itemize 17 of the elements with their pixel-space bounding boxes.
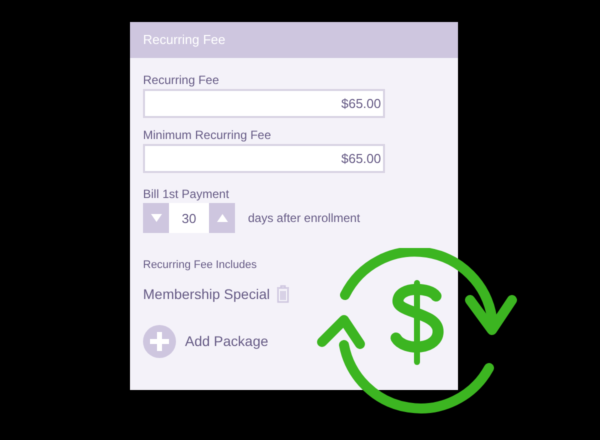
section-label: Recurring Fee Includes [143,258,258,273]
down-triangle-icon [150,214,162,222]
input-field[interactable]: $65.00 [143,144,385,173]
field-label: Bill 1st Payment [143,187,230,202]
trash-icon[interactable] [276,285,290,303]
field-label: Recurring Fee [143,73,220,88]
number-field[interactable]: 30 [169,203,209,233]
package-name: Membership Special [143,284,270,304]
days-suffix: days after enrollment [248,210,360,227]
add-package-button[interactable]: Add Package [143,324,445,358]
up-triangle-icon [216,214,228,222]
increment-button[interactable] [209,203,235,233]
field-label: Minimum Recurring Fee [143,128,272,143]
plus-circle-icon [143,324,176,358]
input-field[interactable]: $65.00 [143,89,385,118]
decrement-button[interactable] [143,203,169,233]
card-title: Recurring Fee [143,31,226,50]
